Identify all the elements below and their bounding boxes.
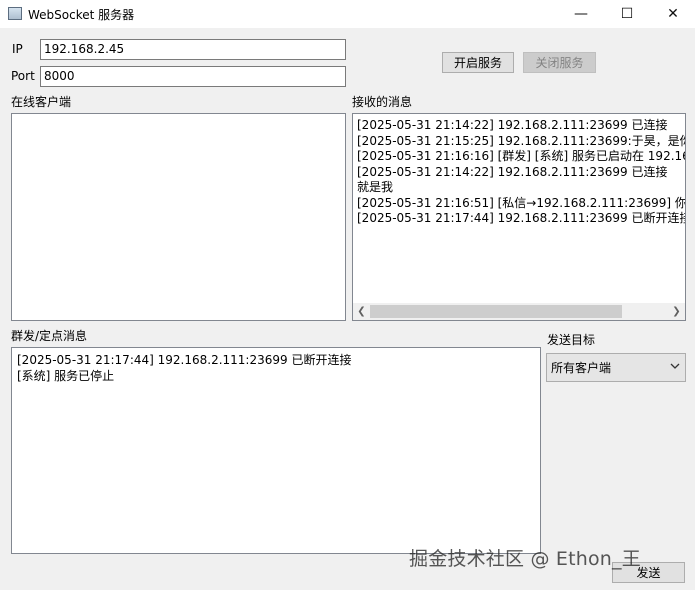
broadcast-lines: [2025-05-31 21:17:44] 192.168.2.111:2369… <box>12 348 540 384</box>
clients-list[interactable] <box>11 113 346 321</box>
broadcast-label: 群发/定点消息 <box>11 329 88 343</box>
close-button[interactable]: ✕ <box>650 0 695 28</box>
main-window: WebSocket 服务器 — ☐ ✕ IP 192.168.2.45 Port… <box>0 0 695 590</box>
chevron-down-icon <box>670 363 680 369</box>
start-service-button[interactable]: 开启服务 <box>442 52 514 73</box>
received-lines: [2025-05-31 21:14:22] 192.168.2.111:2369… <box>353 114 685 227</box>
app-icon <box>8 7 22 20</box>
scroll-right-icon[interactable]: ❯ <box>668 303 685 320</box>
received-label: 接收的消息 <box>352 95 413 109</box>
target-selected-value: 所有客户端 <box>551 361 612 375</box>
received-line: 就是我 <box>357 180 394 194</box>
broadcast-text-area[interactable]: [2025-05-31 21:17:44] 192.168.2.111:2369… <box>11 347 541 554</box>
received-line: [2025-05-31 21:15:25] 192.168.2.111:2369… <box>357 133 686 148</box>
ip-label: IP <box>12 42 23 56</box>
target-label: 发送目标 <box>547 333 596 347</box>
port-field[interactable]: 8000 <box>40 66 346 87</box>
watermark-text: 掘金技术社区 @ Ethon_王 <box>409 548 641 570</box>
broadcast-line: [2025-05-31 21:17:44] 192.168.2.111:2369… <box>17 353 352 367</box>
window-title: WebSocket 服务器 <box>28 8 135 22</box>
port-label: Port <box>11 69 35 83</box>
scroll-left-icon[interactable]: ❮ <box>353 303 370 320</box>
received-line: [2025-05-31 21:17:44] 192.168.2.111:2369… <box>357 211 686 225</box>
scrollbar-thumb[interactable] <box>370 305 622 318</box>
received-line: [2025-05-31 21:16:16] [群发] [系统] 服务已启动在 1… <box>357 149 686 163</box>
received-messages-list[interactable]: [2025-05-31 21:14:22] 192.168.2.111:2369… <box>352 113 686 321</box>
target-select[interactable]: 所有客户端 <box>546 353 686 382</box>
received-line: [2025-05-31 21:16:51] [私信→192.168.2.111:… <box>357 195 686 210</box>
clients-label: 在线客户端 <box>11 95 72 109</box>
received-line: [2025-05-31 21:14:22] 192.168.2.111:2369… <box>357 118 668 132</box>
minimize-button[interactable]: — <box>558 0 604 28</box>
ip-field[interactable]: 192.168.2.45 <box>40 39 346 60</box>
stop-service-button[interactable]: 关闭服务 <box>523 52 596 73</box>
horizontal-scrollbar[interactable]: ❮ ❯ <box>353 303 685 320</box>
received-line: [2025-05-31 21:14:22] 192.168.2.111:2369… <box>357 164 668 179</box>
title-bar[interactable]: WebSocket 服务器 — ☐ ✕ <box>0 0 695 28</box>
maximize-button[interactable]: ☐ <box>604 0 650 28</box>
broadcast-line: [系统] 服务已停止 <box>17 368 115 383</box>
